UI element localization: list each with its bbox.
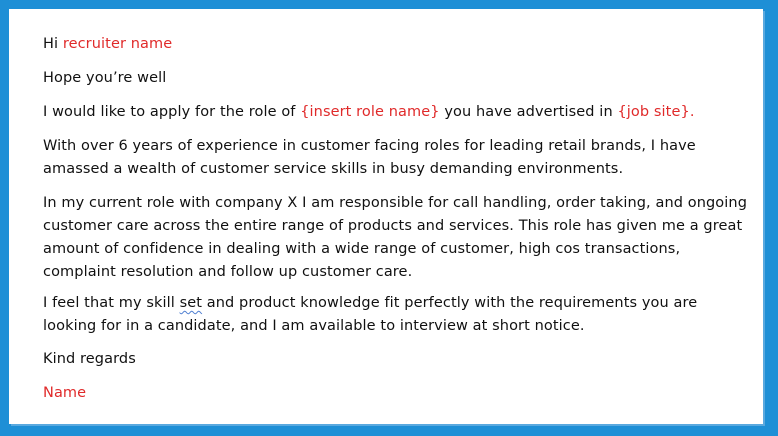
hope-line: Hope you’re well [43, 70, 167, 86]
experience-paragraph: With over 6 years of experience in custo… [43, 138, 696, 177]
letter-page: Hi recruiter name Hope you’re well I wou… [9, 9, 763, 424]
signature-placeholder: Name [43, 385, 87, 401]
greeting-prefix: Hi [43, 36, 63, 52]
skills-prefix: I feel that my skill [43, 295, 180, 311]
recruiter-name-placeholder: recruiter name [62, 36, 173, 52]
apply-paragraph: I would like to apply for the role of {i… [43, 101, 753, 124]
apply-middle: you have advertised in [439, 104, 618, 120]
greeting-line: Hi recruiter name [43, 33, 753, 56]
role-name-placeholder: {insert role name} [300, 104, 440, 120]
closing-line: Kind regards [43, 351, 136, 367]
apply-prefix: I would like to apply for the role of [43, 104, 301, 120]
document-frame: Hi recruiter name Hope you’re well I wou… [0, 0, 778, 436]
job-site-placeholder: {job site} [617, 104, 690, 120]
current-role-paragraph: In my current role with company X I am r… [43, 195, 748, 280]
apply-end: . [689, 104, 695, 120]
skills-paragraph: I feel that my skill set and product kno… [43, 292, 753, 338]
spellcheck-flagged-word[interactable]: set [180, 295, 202, 311]
